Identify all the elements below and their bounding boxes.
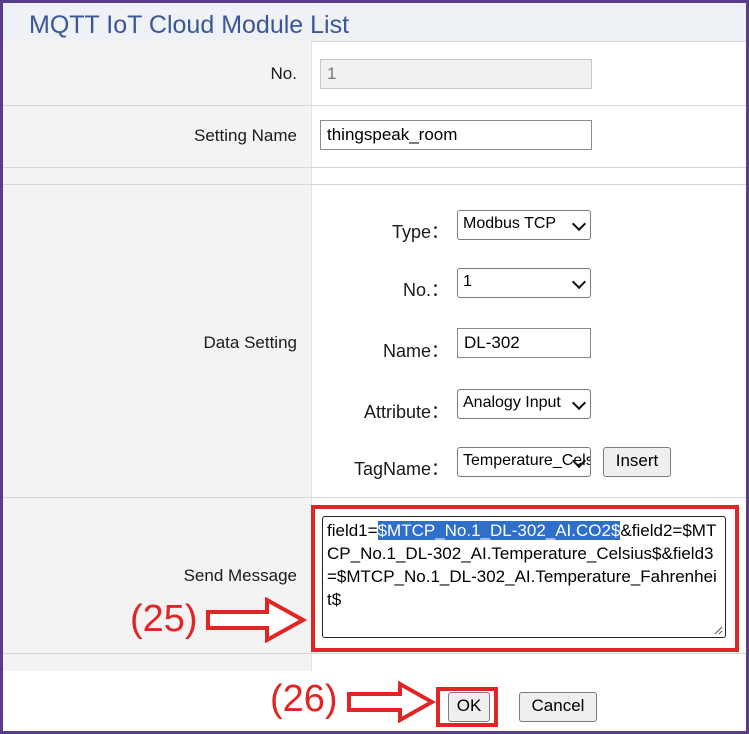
attribute-label: Attribute：: [363, 402, 449, 422]
row-divider: [3, 167, 746, 168]
cancel-button[interactable]: Cancel: [519, 692, 597, 722]
step-26-annotation: (26): [270, 678, 338, 720]
row-divider: [3, 653, 746, 654]
type-label: Type：: [391, 222, 449, 242]
type-select-value: Modbus TCP: [463, 215, 557, 232]
data-setting-label: Data Setting: [203, 333, 297, 352]
arrow-right-icon: [206, 597, 307, 643]
page-title: MQTT IoT Cloud Module List: [29, 11, 350, 39]
name-label: Name：: [382, 341, 449, 361]
no-field: 1: [320, 59, 592, 89]
tagname-select[interactable]: Temperature_Celsius: [457, 447, 591, 477]
type-select[interactable]: Modbus TCP: [457, 210, 591, 240]
send-message-label: Send Message: [183, 566, 297, 585]
ok-button[interactable]: OK: [448, 692, 490, 722]
name-field[interactable]: DL-302: [457, 328, 591, 358]
resize-grip-icon[interactable]: [713, 625, 723, 635]
attribute-select[interactable]: Analogy Input: [457, 389, 591, 419]
setting-name-field[interactable]: thingspeak_room: [320, 120, 592, 150]
row-divider: [3, 497, 746, 498]
no-select-label: No.：: [402, 280, 449, 300]
chevron-down-icon: [571, 274, 587, 290]
arrow-right-icon: [347, 681, 436, 723]
no-label: No.: [270, 64, 297, 83]
row-divider: [3, 105, 746, 106]
message-prefix: field1=: [327, 521, 378, 540]
row-divider: [3, 184, 746, 185]
no-select-value: 1: [463, 273, 472, 290]
chevron-down-icon: [571, 216, 587, 232]
insert-button[interactable]: Insert: [603, 447, 671, 477]
send-message-textarea[interactable]: field1=$MTCP_No.1_DL-302_AI.CO2$&field2=…: [322, 516, 726, 638]
setting-name-label: Setting Name: [194, 126, 297, 145]
chevron-down-icon: [571, 395, 587, 411]
attribute-select-value: Analogy Input: [463, 394, 561, 411]
step-25-annotation: (25): [130, 598, 198, 640]
message-selection: $MTCP_No.1_DL-302_AI.CO2$: [377, 521, 621, 540]
title-bar: MQTT IoT Cloud Module List: [3, 3, 746, 42]
no-select[interactable]: 1: [457, 268, 591, 298]
tagname-label: TagName：: [353, 459, 449, 479]
